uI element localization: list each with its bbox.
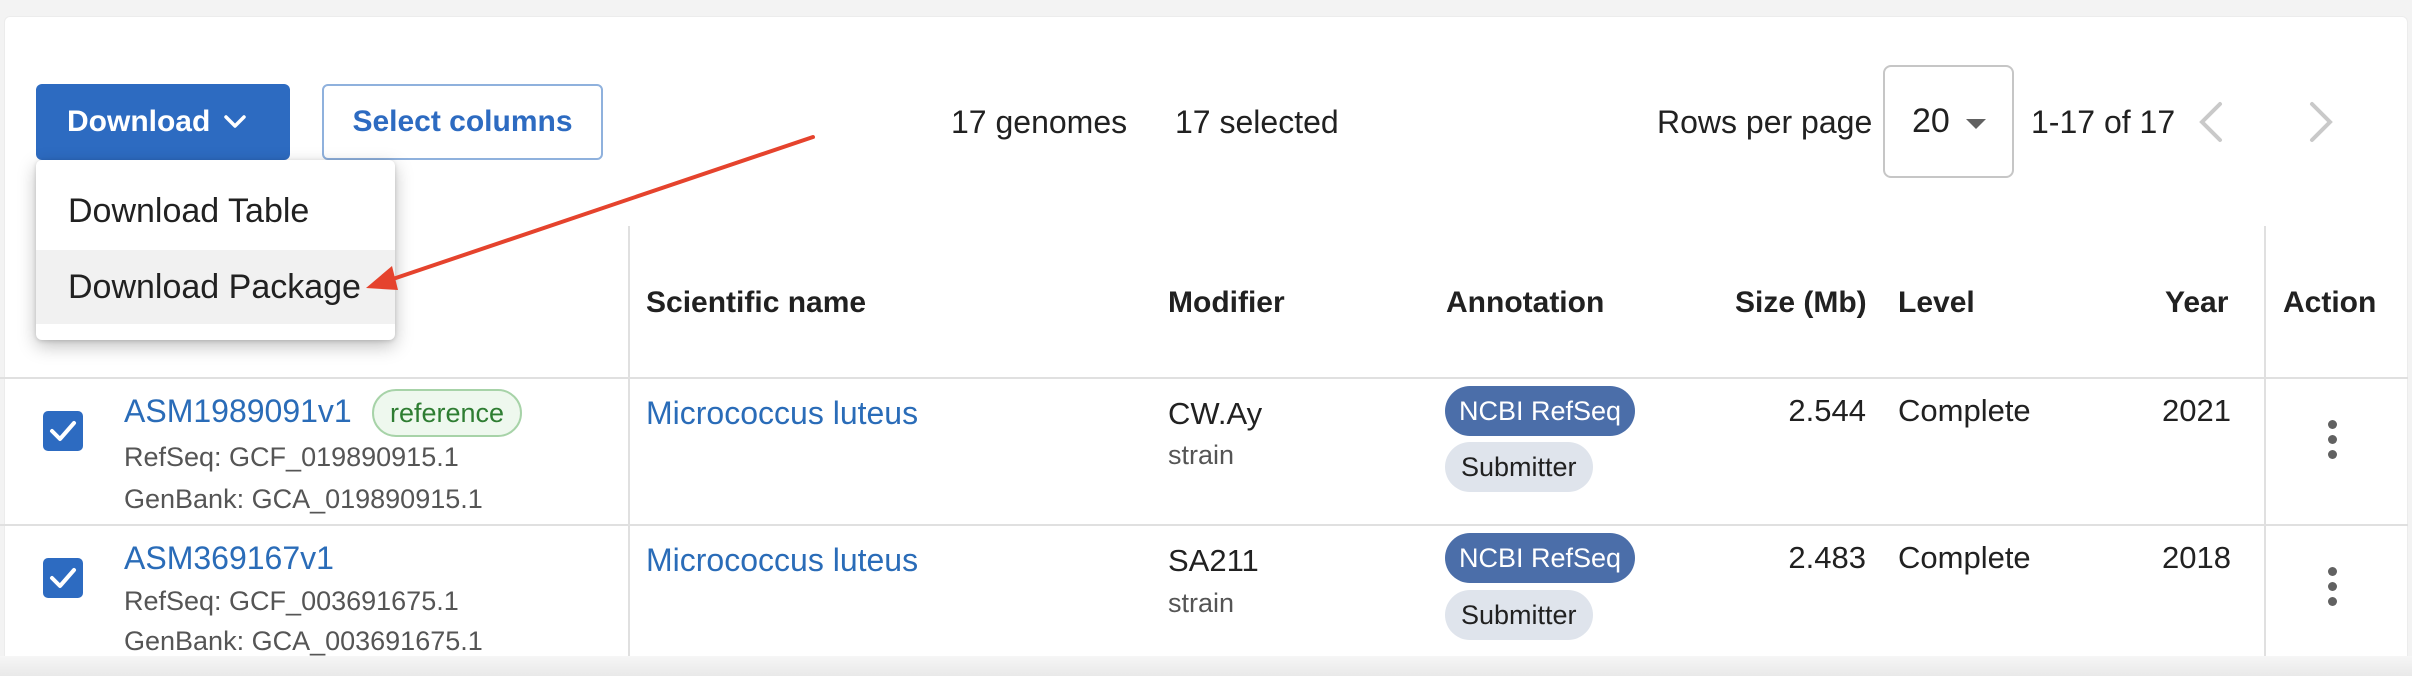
menu-item-download-package[interactable]: Download Package <box>36 250 395 324</box>
column-divider <box>628 226 630 676</box>
select-columns-button[interactable]: Select columns <box>322 84 603 160</box>
column-divider <box>2264 226 2266 676</box>
genome-count: 17 genomes <box>951 104 1128 140</box>
scientific-name-link[interactable]: Micrococcus luteus <box>646 542 918 579</box>
row-actions-menu-icon[interactable] <box>2326 567 2338 606</box>
modifier-type: strain <box>1168 440 1235 470</box>
header-annotation[interactable]: Annotation <box>1446 286 1604 320</box>
level-value: Complete <box>1898 540 2031 575</box>
level-value: Complete <box>1898 393 2031 428</box>
genbank-accession: GenBank: GCA_019890915.1 <box>124 484 483 514</box>
download-button-label: Download <box>67 105 211 138</box>
header-scientific-name[interactable]: Scientific name <box>646 286 866 320</box>
year-value: 2018 <box>2162 540 2231 575</box>
reference-badge: reference <box>372 389 523 437</box>
year-value: 2021 <box>2162 393 2231 428</box>
modifier-value: SA211 <box>1168 543 1259 578</box>
check-icon <box>50 421 76 441</box>
row-checkbox[interactable] <box>43 411 83 451</box>
modifier-type: strain <box>1168 588 1235 618</box>
refseq-accession: RefSeq: GCF_003691675.1 <box>124 586 459 616</box>
assembly-link[interactable]: ASM1989091v1 <box>124 393 352 430</box>
header-action: Action <box>2283 286 2377 319</box>
row-actions-menu-icon[interactable] <box>2326 420 2338 459</box>
rows-per-page-value: 20 <box>1912 102 1950 140</box>
header-level[interactable]: Level <box>1898 286 1975 320</box>
previous-page-icon[interactable] <box>2196 100 2226 144</box>
menu-item-download-table[interactable]: Download Table <box>36 174 395 248</box>
annotation-ncbi-chip: NCBI RefSeq <box>1445 386 1636 436</box>
size-value: 2.544 <box>1788 393 1866 428</box>
annotation-submitter-chip: Submitter <box>1445 442 1593 492</box>
modifier-value: CW.Ay <box>1168 396 1263 431</box>
chevron-down-icon <box>224 115 247 128</box>
annotation-submitter-chip: Submitter <box>1445 590 1593 640</box>
rows-per-page-label: Rows per page <box>1657 104 1873 140</box>
selected-count: 17 selected <box>1175 104 1339 140</box>
assembly-link[interactable]: ASM369167v1 <box>124 540 334 577</box>
annotation-ncbi-chip: NCBI RefSeq <box>1445 533 1636 583</box>
next-page-icon[interactable] <box>2306 100 2336 144</box>
download-menu: Download Table Download Package <box>36 160 395 340</box>
rows-per-page-select[interactable]: 20 <box>1883 65 2014 178</box>
scroll-fade <box>0 656 2412 676</box>
scientific-name-link[interactable]: Micrococcus luteus <box>646 395 918 432</box>
header-year[interactable]: Year <box>2165 286 2228 320</box>
header-modifier[interactable]: Modifier <box>1168 286 1285 320</box>
row-checkbox[interactable] <box>43 558 83 598</box>
dropdown-caret-icon <box>1966 119 1986 129</box>
header-divider <box>0 377 2408 379</box>
check-icon <box>50 568 76 588</box>
row-divider <box>0 524 2408 526</box>
pagination-range: 1-17 of 17 <box>2031 104 2176 140</box>
header-size[interactable]: Size (Mb) <box>1735 286 1867 320</box>
refseq-accession: RefSeq: GCF_019890915.1 <box>124 442 459 472</box>
size-value: 2.483 <box>1788 540 1866 575</box>
download-button[interactable]: Download <box>36 84 290 160</box>
